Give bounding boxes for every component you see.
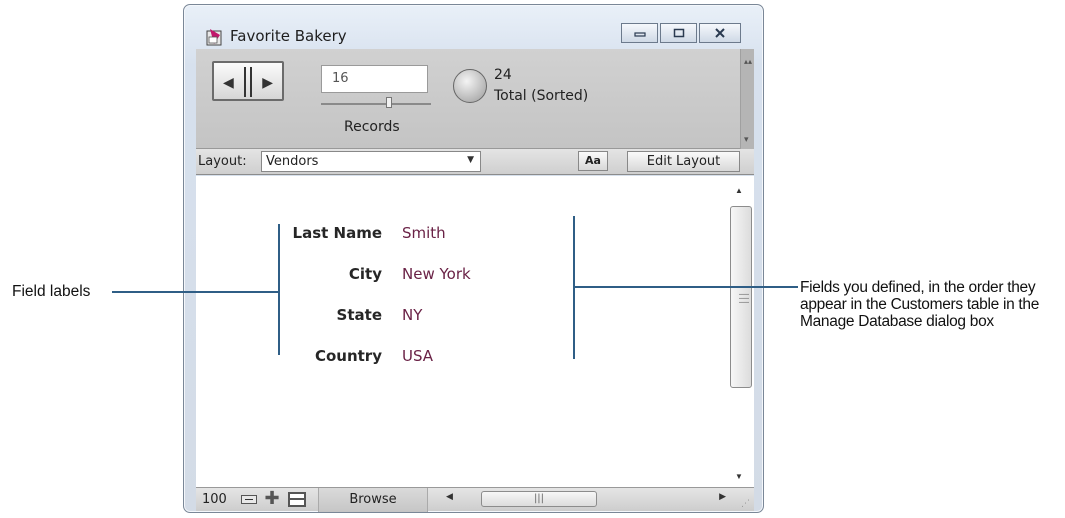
book-spine-icon bbox=[244, 67, 252, 97]
layout-bar: Layout: Vendors ▼ Aa Edit Layout bbox=[196, 149, 754, 175]
close-icon bbox=[715, 28, 725, 38]
current-record-input[interactable]: 16 bbox=[321, 65, 428, 93]
previous-record-icon[interactable]: ◀ bbox=[223, 74, 234, 91]
toolbar-scrollbar[interactable]: ▴▴ ▾ bbox=[740, 49, 754, 149]
maximize-button[interactable] bbox=[660, 23, 697, 43]
toolbar-expand-icon[interactable]: ▾ bbox=[744, 134, 749, 145]
toolbar-collapse-icon[interactable]: ▴▴ bbox=[744, 57, 752, 66]
mode-popup[interactable]: Browse bbox=[318, 488, 428, 512]
next-record-icon[interactable]: ▶ bbox=[262, 74, 273, 91]
minimize-button[interactable] bbox=[621, 23, 658, 43]
horizontal-scroll-thumb[interactable]: ||| bbox=[481, 491, 597, 507]
right-callout-leader bbox=[574, 286, 798, 288]
layout-dropdown[interactable]: Vendors ▼ bbox=[261, 151, 481, 172]
layout-dropdown-value: Vendors bbox=[266, 154, 319, 169]
left-callout-bracket bbox=[278, 224, 280, 355]
scroll-left-icon[interactable]: ◀ bbox=[446, 492, 453, 502]
status-toolbar: ◀ ▶ 16 Records 24 Total (Sorted) ▴▴ ▾ bbox=[196, 49, 754, 149]
scroll-grip-icon: ― ― ― bbox=[739, 289, 749, 308]
toggle-status-toolbar-icon[interactable] bbox=[288, 492, 306, 507]
maximize-icon bbox=[673, 28, 684, 38]
record-navigator-book[interactable]: ◀ ▶ bbox=[212, 61, 284, 101]
chevron-down-icon: ▼ bbox=[467, 155, 474, 165]
text-format-button[interactable]: Aa bbox=[578, 151, 608, 171]
field-row: Country USA bbox=[196, 347, 716, 369]
record-slider-thumb[interactable] bbox=[386, 97, 392, 108]
horizontal-scrollbar[interactable]: ◀ ||| ▶ bbox=[436, 491, 736, 508]
bottom-bar: 100 ✚ Browse ◀ ||| ▶ ⋰ bbox=[196, 487, 754, 512]
title-bar[interactable]: Favorite Bakery bbox=[184, 5, 763, 49]
field-row: City New York bbox=[196, 265, 716, 287]
edit-layout-button[interactable]: Edit Layout bbox=[627, 151, 740, 172]
field-value[interactable]: USA bbox=[402, 347, 433, 365]
app-window: Favorite Bakery ◀ ▶ 16 Records 24 Total … bbox=[183, 4, 764, 513]
left-callout-leader bbox=[112, 291, 279, 293]
scroll-down-icon[interactable]: ▼ bbox=[735, 472, 743, 481]
vertical-scroll-thumb[interactable]: ― ― ― bbox=[730, 206, 752, 388]
scroll-right-icon[interactable]: ▶ bbox=[719, 492, 726, 502]
field-label: State bbox=[336, 306, 382, 324]
record-slider-track[interactable] bbox=[321, 103, 431, 105]
found-status: Total (Sorted) bbox=[494, 88, 589, 104]
field-row: Last Name Smith bbox=[196, 224, 716, 246]
scroll-up-icon[interactable]: ▲ bbox=[735, 186, 743, 195]
zoom-level[interactable]: 100 bbox=[202, 492, 227, 507]
field-labels-annotation: Field labels bbox=[12, 283, 91, 300]
window-title: Favorite Bakery bbox=[230, 27, 347, 45]
field-value[interactable]: NY bbox=[402, 306, 422, 324]
zoom-in-icon[interactable]: ✚ bbox=[264, 490, 280, 508]
field-label: City bbox=[348, 265, 382, 283]
resize-grip-icon[interactable]: ⋰ bbox=[741, 499, 750, 509]
field-label: Country bbox=[314, 347, 382, 365]
close-button[interactable] bbox=[699, 23, 741, 43]
zoom-out-icon[interactable] bbox=[241, 495, 257, 504]
scroll-grip-icon: ||| bbox=[533, 493, 545, 504]
window-controls bbox=[621, 23, 741, 43]
filemaker-app-icon bbox=[206, 29, 222, 46]
fields-defined-annotation: Fields you defined, in the order they ap… bbox=[800, 279, 1040, 330]
field-value[interactable]: Smith bbox=[402, 224, 446, 242]
vertical-scrollbar[interactable]: ▲ ― ― ― ▼ bbox=[726, 176, 754, 487]
records-label: Records bbox=[344, 119, 400, 135]
layout-label: Layout: bbox=[198, 154, 247, 169]
field-row: State NY bbox=[196, 306, 716, 328]
found-set-pie-icon[interactable] bbox=[453, 69, 487, 103]
minimize-icon bbox=[633, 32, 646, 37]
field-label: Last Name bbox=[292, 224, 382, 242]
field-value[interactable]: New York bbox=[402, 265, 471, 283]
found-count: 24 bbox=[494, 67, 512, 83]
